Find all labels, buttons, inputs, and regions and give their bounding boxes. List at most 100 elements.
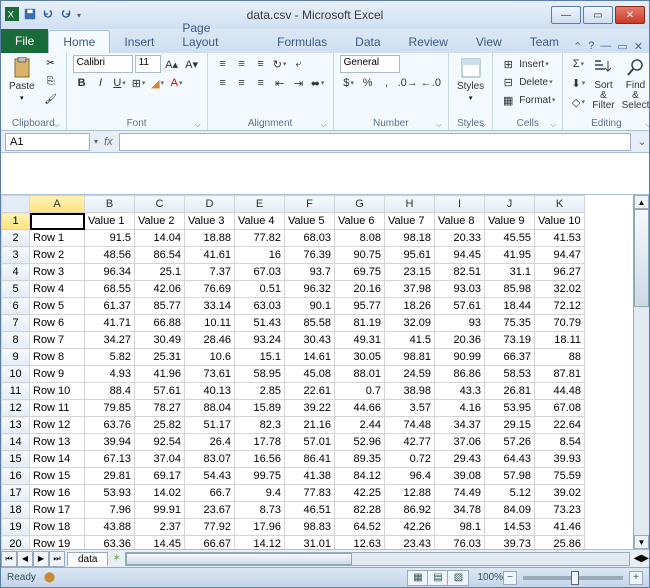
increase-indent-icon[interactable]: ⇥ [290,74,308,92]
cell-value[interactable]: 91.5 [85,230,135,247]
italic-button[interactable]: I [92,74,110,92]
cell-value[interactable]: 76.39 [285,247,335,264]
cell-value[interactable]: 63.76 [85,417,135,434]
cell-value[interactable]: 39.08 [435,468,485,485]
col-header-H[interactable]: H [385,196,435,213]
cell-value[interactable]: 76.69 [185,281,235,298]
scroll-up-icon[interactable]: ▲ [634,195,649,209]
cell-value[interactable]: 5.82 [85,349,135,366]
cell-header[interactable]: Value 8 [435,213,485,230]
cell-value[interactable]: 63.03 [235,298,285,315]
cell-value[interactable]: 66.37 [485,349,535,366]
cell-value[interactable]: 66.7 [185,485,235,502]
new-sheet-icon[interactable]: ✶ [112,553,120,564]
cell-value[interactable]: 41.38 [285,468,335,485]
cell-value[interactable]: 98.81 [385,349,435,366]
cell-value[interactable]: 17.96 [235,519,285,536]
cell-value[interactable]: 37.06 [435,434,485,451]
cell-value[interactable]: 15.1 [235,349,285,366]
col-header-I[interactable]: I [435,196,485,213]
bold-button[interactable]: B [73,74,91,92]
macro-record-icon[interactable]: ⬤ [44,572,55,583]
cell-value[interactable]: 29.43 [435,451,485,468]
tab-formulas[interactable]: Formulas [263,31,341,53]
cell-value[interactable]: 41.5 [385,332,435,349]
cell-value[interactable]: 34.37 [435,417,485,434]
page-break-view-icon[interactable]: ▧ [448,571,468,585]
next-sheet-icon[interactable]: ▶ [33,551,49,567]
cell-value[interactable]: 20.16 [335,281,385,298]
cell-value[interactable]: 22.61 [285,383,335,400]
cell-header[interactable]: Value 3 [185,213,235,230]
cell-value[interactable]: 86.92 [385,502,435,519]
scroll-right-icon[interactable]: ▶ [641,553,649,564]
col-header-F[interactable]: F [285,196,335,213]
cell-value[interactable]: 9.4 [235,485,285,502]
align-top-icon[interactable]: ≡ [214,55,232,73]
fx-icon[interactable]: fx [98,136,119,148]
row-header-1[interactable]: 1 [2,213,30,230]
cell-value[interactable]: 32.02 [535,281,585,298]
cell-value[interactable]: 69.17 [135,468,185,485]
cell-value[interactable]: 54.43 [185,468,235,485]
row-header-15[interactable]: 15 [2,451,30,468]
cell-value[interactable]: 10.11 [185,315,235,332]
cell-value[interactable]: 2.85 [235,383,285,400]
cell-value[interactable]: 76.03 [435,536,485,550]
cell-value[interactable]: 38.98 [385,383,435,400]
cell-label[interactable]: Row 11 [30,400,85,417]
cell-value[interactable]: 86.41 [285,451,335,468]
cell-value[interactable]: 77.82 [235,230,285,247]
help-icon[interactable]: ? [588,40,594,53]
cell-value[interactable]: 69.75 [335,264,385,281]
cell-value[interactable]: 64.43 [485,451,535,468]
cell-value[interactable]: 17.78 [235,434,285,451]
cell-value[interactable]: 75.35 [485,315,535,332]
prev-sheet-icon[interactable]: ◀ [17,551,33,567]
first-sheet-icon[interactable]: ⏮ [1,551,17,567]
cell-value[interactable]: 41.46 [535,519,585,536]
file-tab[interactable]: File [1,29,48,53]
delete-cells-icon[interactable]: ⊟ [499,73,517,91]
minimize-button[interactable]: — [551,6,581,24]
cell-value[interactable]: 57.26 [485,434,535,451]
cell-value[interactable]: 67.08 [535,400,585,417]
cell-value[interactable]: 30.05 [335,349,385,366]
tab-review[interactable]: Review [395,31,462,53]
cell-value[interactable]: 57.61 [135,383,185,400]
row-header-8[interactable]: 8 [2,332,30,349]
cell-value[interactable]: 82.28 [335,502,385,519]
cell-value[interactable]: 32.09 [385,315,435,332]
cell-value[interactable]: 63.36 [85,536,135,550]
cell-value[interactable]: 43.3 [435,383,485,400]
cell-value[interactable]: 14.45 [135,536,185,550]
cell-value[interactable]: 18.44 [485,298,535,315]
font-name-select[interactable]: Calibri [73,55,133,73]
cell-value[interactable]: 18.88 [185,230,235,247]
cell-value[interactable]: 45.08 [285,366,335,383]
align-center-icon[interactable]: ≡ [233,74,251,92]
tab-page-layout[interactable]: Page Layout [168,17,263,53]
number-format-select[interactable]: General [340,55,400,73]
tab-data[interactable]: Data [341,31,394,53]
maximize-button[interactable]: ▭ [583,6,613,24]
cell-value[interactable]: 37.98 [385,281,435,298]
cell-value[interactable]: 16.56 [235,451,285,468]
cell-value[interactable]: 46.51 [285,502,335,519]
cell-value[interactable]: 93.7 [285,264,335,281]
cell-label[interactable]: Row 18 [30,519,85,536]
cell-value[interactable]: 0.51 [235,281,285,298]
cell-value[interactable]: 5.12 [485,485,535,502]
vertical-scrollbar[interactable]: ▲ ▼ [633,195,649,549]
delete-cells-button[interactable]: Delete [518,73,553,91]
cell-value[interactable]: 0.7 [335,383,385,400]
col-header-D[interactable]: D [185,196,235,213]
cell-value[interactable]: 84.09 [485,502,535,519]
cell-value[interactable]: 30.43 [285,332,335,349]
name-box[interactable] [5,133,90,151]
cell-value[interactable]: 28.46 [185,332,235,349]
cell-value[interactable]: 26.4 [185,434,235,451]
row-header-5[interactable]: 5 [2,281,30,298]
cell-value[interactable]: 93.03 [435,281,485,298]
cell-value[interactable]: 14.61 [285,349,335,366]
